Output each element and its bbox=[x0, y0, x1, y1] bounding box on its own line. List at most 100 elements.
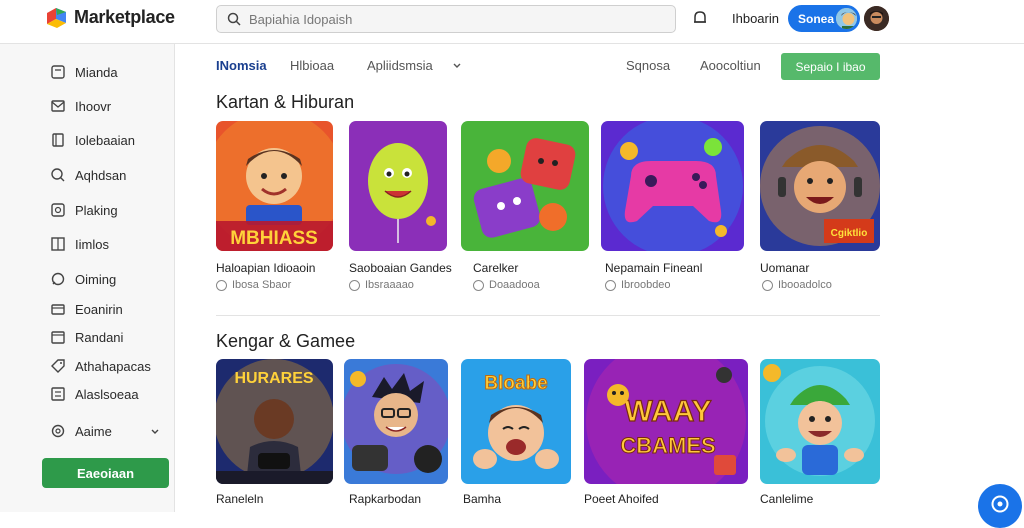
help-icon bbox=[991, 495, 1009, 513]
card-title: Carelker bbox=[473, 261, 519, 275]
card-title: Poeet Ahoifed bbox=[584, 492, 659, 506]
sidebar-item-label: Oiming bbox=[75, 271, 117, 287]
app-thumbnail[interactable]: HURARES bbox=[216, 359, 333, 484]
card-icon bbox=[50, 64, 66, 80]
card-meta: Doaadooa bbox=[473, 279, 540, 291]
card-meta-text: Ibosa Sbaor bbox=[232, 279, 292, 291]
card-title: Saoboaian Gandes bbox=[349, 261, 452, 275]
thumb-text: MBHIASS bbox=[230, 228, 318, 249]
section-divider bbox=[216, 315, 880, 316]
section-title: Kengar & Gamee bbox=[216, 331, 356, 351]
sidebar-item-label: Iimlos bbox=[75, 236, 109, 252]
app-name[interactable]: Marketplace bbox=[74, 7, 175, 28]
tag-icon bbox=[50, 358, 66, 374]
search-bar[interactable] bbox=[216, 5, 676, 33]
card-title: Raneleln bbox=[216, 492, 264, 506]
card-meta: Ibroobdeo bbox=[605, 279, 671, 291]
sidebar-item[interactable]: Aqhdsan bbox=[50, 165, 126, 185]
bell-icon[interactable] bbox=[691, 9, 709, 27]
sidebar-item-label: Plaking bbox=[75, 202, 118, 218]
tab[interactable]: Apliidsmsia bbox=[367, 58, 433, 73]
sidebar-item[interactable]: Aaime bbox=[50, 421, 112, 441]
sidebar-item[interactable]: Plaking bbox=[50, 200, 118, 220]
tab-active[interactable]: INomsia bbox=[216, 58, 267, 73]
sidebar-item-label: Aqhdsan bbox=[75, 167, 127, 183]
sidebar-item-label: Iolebaaian bbox=[75, 132, 135, 148]
help-fab-button[interactable] bbox=[978, 484, 1022, 528]
sidebar-item[interactable]: Eoanirin bbox=[50, 299, 123, 319]
search-input[interactable] bbox=[249, 11, 649, 27]
clock-icon bbox=[762, 279, 773, 291]
card-meta-text: Ibsraaaao bbox=[365, 279, 414, 291]
list-icon bbox=[50, 386, 66, 402]
sidebar-item[interactable]: Randani bbox=[50, 327, 123, 347]
thumb-text: Bloabe bbox=[484, 373, 547, 394]
sidebar-cta-button[interactable]: Eaeoiaan bbox=[42, 458, 169, 488]
sidebar-item[interactable]: Mianda bbox=[50, 62, 118, 82]
clock-icon bbox=[473, 279, 484, 291]
card-meta: Ibosa Sbaor bbox=[216, 279, 291, 291]
thumb-text: HURARES bbox=[234, 370, 313, 387]
chevron-down-icon[interactable] bbox=[452, 61, 462, 71]
app-thumbnail[interactable]: Cgiktlio bbox=[760, 121, 880, 251]
sidebar-item-label: Alaslsoeaa bbox=[75, 386, 139, 402]
sidebar-item[interactable]: Ihoovr bbox=[50, 96, 111, 116]
top-header: Marketplace Ihboarin Sonea bbox=[0, 0, 1024, 44]
section-title: Kartan & Hiburan bbox=[216, 92, 355, 112]
thumb-text: CBAMES bbox=[620, 433, 715, 458]
sidebar-item-label: Mianda bbox=[75, 64, 118, 80]
card-title: Canlelime bbox=[760, 492, 814, 506]
clock-icon bbox=[605, 279, 616, 291]
app-thumbnail[interactable] bbox=[344, 359, 448, 484]
signin-link[interactable]: Ihboarin bbox=[732, 11, 779, 26]
calendar-icon bbox=[50, 329, 66, 345]
card-meta: Ibsraaaao bbox=[349, 279, 414, 291]
clock-icon bbox=[216, 279, 227, 291]
app-thumbnail[interactable] bbox=[461, 121, 589, 251]
card-meta-text: Ibooadolco bbox=[778, 279, 832, 291]
app-thumbnail[interactable] bbox=[760, 359, 880, 484]
sidebar-item[interactable]: Iimlos bbox=[50, 234, 109, 254]
card-title: Uomanar bbox=[760, 261, 810, 275]
nav-link[interactable]: Aoocoltiun bbox=[700, 58, 761, 73]
settings-icon bbox=[50, 423, 66, 439]
sidebar-item-label: Ihoovr bbox=[75, 98, 112, 114]
card-meta: Ibooadolco bbox=[762, 279, 832, 291]
sidebar-item-label: Eoanirin bbox=[75, 301, 123, 317]
logo-icon[interactable] bbox=[44, 5, 70, 31]
clock-icon bbox=[349, 279, 360, 291]
card-title: Rapkarbodan bbox=[349, 492, 422, 506]
nav-link[interactable]: Sqnosa bbox=[626, 58, 670, 73]
sidebar-item[interactable]: Alaslsoeaa bbox=[50, 384, 139, 404]
sidebar-item-label: Aaime bbox=[75, 423, 112, 439]
image-icon bbox=[50, 202, 66, 218]
app-thumbnail[interactable]: Bloabe bbox=[461, 359, 571, 484]
sidebar-item[interactable]: Iolebaaian bbox=[50, 130, 135, 150]
sidebar: Mianda Ihoovr Iolebaaian Aqhdsan Plaking… bbox=[0, 44, 175, 512]
card-title: Haloapian Idioaoin bbox=[216, 261, 316, 275]
grid-icon bbox=[50, 236, 66, 252]
app-thumbnail[interactable] bbox=[349, 121, 447, 251]
app-thumbnail[interactable]: WAAY CBAMES bbox=[584, 359, 748, 484]
avatar[interactable] bbox=[834, 6, 859, 31]
sidebar-item[interactable]: Athahapacas bbox=[50, 356, 151, 376]
app-thumbnail[interactable]: MBHIASS bbox=[216, 121, 333, 251]
card-meta-text: Doaadooa bbox=[489, 279, 540, 291]
sidebar-item-label: Randani bbox=[75, 329, 124, 345]
doc-icon bbox=[50, 132, 66, 148]
thumb-text: Cgiktlio bbox=[831, 228, 868, 239]
chevron-down-icon[interactable] bbox=[150, 427, 160, 437]
sidebar-item-label: Athahapacas bbox=[75, 358, 151, 374]
box-icon bbox=[50, 301, 66, 317]
app-thumbnail[interactable] bbox=[601, 121, 744, 251]
mail-icon bbox=[50, 98, 66, 114]
tab[interactable]: Hlbioaa bbox=[290, 58, 334, 73]
chat-icon bbox=[50, 271, 66, 287]
avatar[interactable] bbox=[864, 6, 889, 31]
action-button[interactable]: Sepaio I ibao bbox=[781, 53, 880, 80]
card-title: Nepamain Fineanl bbox=[605, 261, 703, 275]
card-meta-text: Ibroobdeo bbox=[621, 279, 671, 291]
thumb-text: WAAY bbox=[624, 395, 711, 428]
card-title: Bamha bbox=[463, 492, 502, 506]
sidebar-item[interactable]: Oiming bbox=[50, 269, 116, 289]
